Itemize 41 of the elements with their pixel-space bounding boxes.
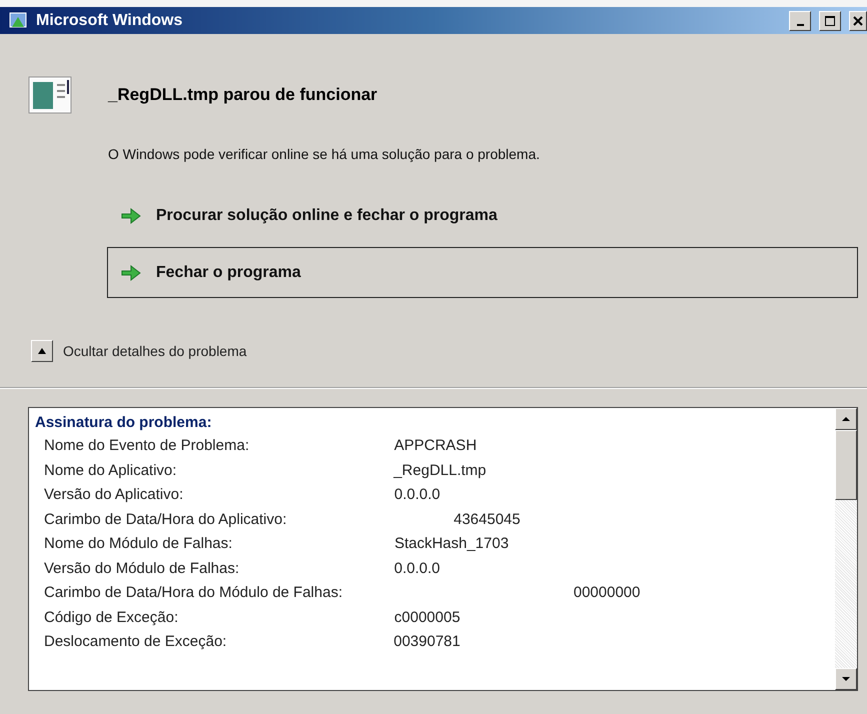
detail-value: APPCRASH	[394, 436, 477, 456]
maximize-button[interactable]	[819, 10, 841, 30]
detail-label: Carimbo de Data/Hora do Módulo de Falhas:	[44, 583, 342, 603]
detail-label: Versão do Aplicativo:	[44, 485, 184, 505]
scroll-down-button[interactable]	[835, 668, 857, 690]
close-icon	[852, 14, 864, 26]
minimize-button[interactable]	[789, 10, 811, 30]
error-title: _RegDLL.tmp parou de funcionar	[108, 85, 378, 105]
detail-value: _RegDLL.tmp	[394, 460, 486, 480]
arrow-icon	[120, 264, 142, 282]
detail-value: 0.0.0.0	[394, 558, 440, 578]
program-icon	[28, 76, 72, 114]
detail-label: Nome do Aplicativo:	[44, 460, 177, 480]
caret-icon	[37, 347, 47, 355]
details-heading: Assinatura do problema:	[35, 413, 213, 433]
command-link[interactable]: Procurar solução online e fechar o programa	[107, 190, 858, 241]
command-link[interactable]: Fechar o programa	[107, 247, 858, 298]
detail-label: Deslocamento de Exceção:	[44, 632, 227, 652]
detail-value: c0000005	[394, 608, 460, 628]
scrollbar-thumb[interactable]	[835, 430, 857, 500]
toggle-details-button[interactable]	[31, 340, 53, 362]
caret-up-icon	[841, 416, 851, 422]
detail-label: Nome do Evento de Problema:	[44, 436, 250, 456]
description-text: O Windows pode verificar online se há uma solução para o problema.	[107, 145, 541, 162]
close-button[interactable]	[849, 10, 867, 30]
detail-value: 43645045	[454, 510, 520, 530]
detail-value: 00390781	[394, 632, 460, 652]
arrow-icon	[120, 206, 142, 224]
detail-label: Nome do Módulo de Falhas:	[44, 534, 232, 554]
detail-label: Carimbo de Data/Hora do Aplicativo:	[44, 510, 287, 530]
detail-value: 00000000	[574, 583, 640, 603]
maximize-icon	[824, 14, 836, 26]
detail-label: Versão do Módulo de Falhas:	[44, 558, 240, 578]
scroll-up-button[interactable]	[835, 408, 857, 430]
window-title: Microsoft Windows	[36, 12, 184, 30]
detail-value: StackHash_1703	[394, 534, 509, 554]
detail-label: Código de Exceção:	[44, 608, 178, 628]
caret-down-icon	[841, 676, 851, 682]
minimize-icon	[796, 24, 804, 26]
toggle-details-label: Ocultar detalhes do problema	[63, 343, 247, 359]
detail-value: 0.0.0.0	[394, 485, 440, 505]
